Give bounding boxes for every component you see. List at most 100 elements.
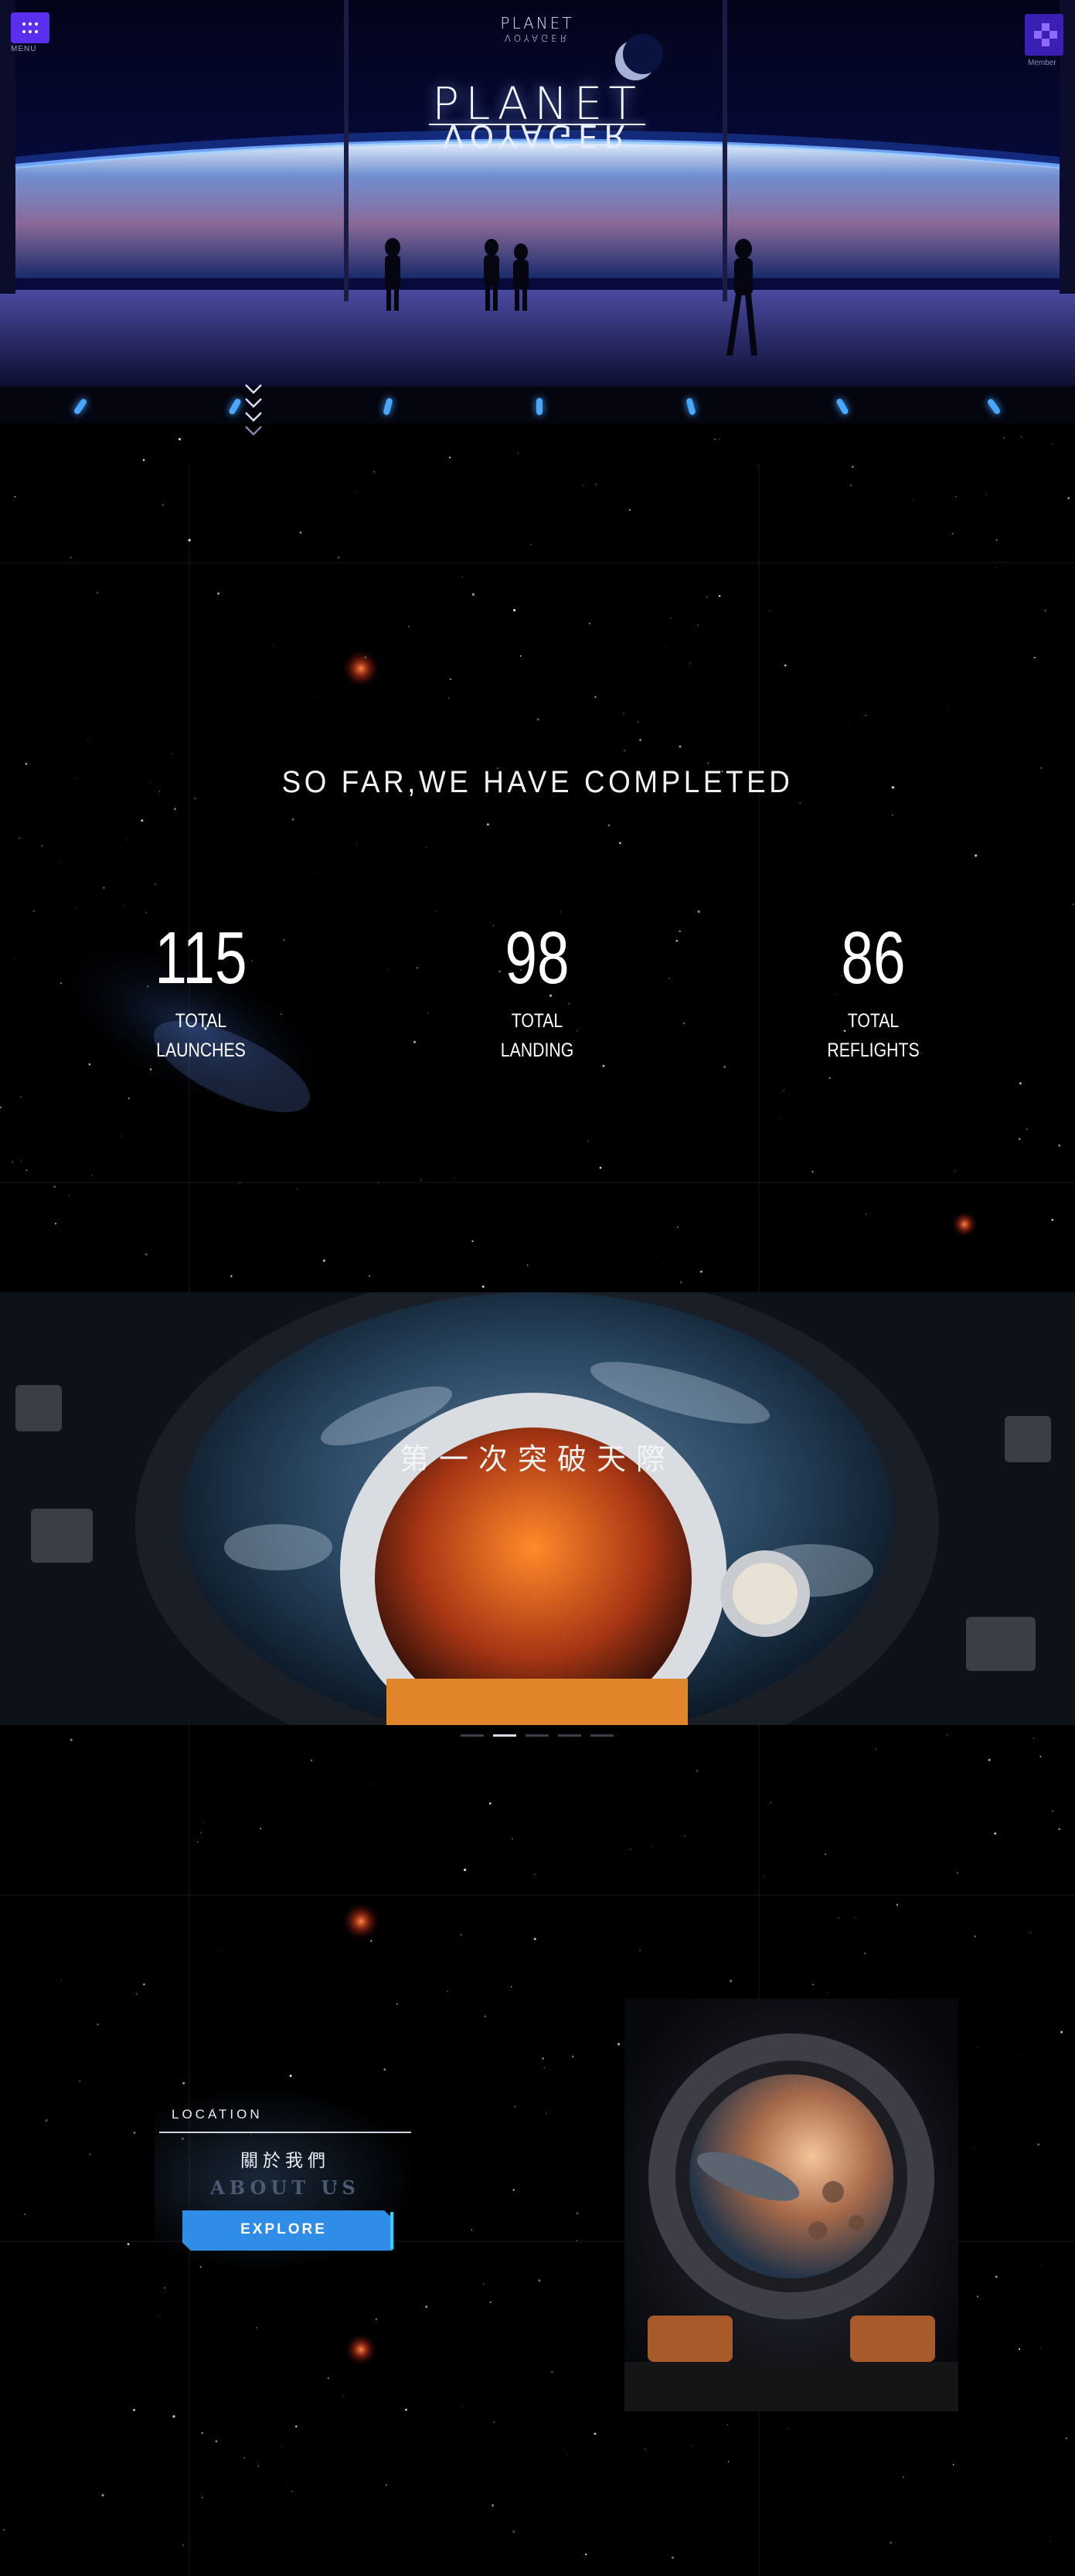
star (994, 1832, 997, 1835)
astronaut-illustration (0, 1292, 1075, 1725)
star (257, 2465, 260, 2467)
star (892, 814, 893, 816)
star (707, 762, 709, 764)
star (101, 2493, 104, 2497)
star (420, 1179, 422, 1181)
star (828, 1077, 831, 1080)
star (629, 1848, 631, 1850)
star (127, 839, 128, 841)
star (164, 2287, 166, 2289)
star (576, 2212, 579, 2215)
star (76, 907, 77, 909)
star (1045, 1044, 1046, 1046)
star (149, 1068, 152, 1070)
star (903, 2476, 904, 2479)
pixel-block-icon (1034, 23, 1057, 46)
star (311, 1759, 313, 1761)
star (135, 1992, 138, 1996)
star (45, 2118, 48, 2122)
star (788, 2429, 790, 2430)
star (26, 1169, 28, 1172)
star (719, 438, 720, 440)
star (988, 1758, 991, 1761)
star (812, 1983, 815, 1986)
star (201, 2431, 203, 2435)
explore-button-accent (390, 2212, 393, 2249)
star (463, 1868, 467, 1872)
star (25, 763, 28, 765)
star (281, 2445, 282, 2447)
star (672, 2556, 674, 2559)
stat-landing: 98 TOTAL LANDING (421, 920, 653, 1065)
star (40, 845, 43, 847)
slider-dot[interactable] (526, 1734, 549, 1737)
star (896, 1904, 899, 1906)
star (538, 2279, 541, 2282)
star (1047, 813, 1049, 815)
star (488, 1802, 492, 1805)
star (1060, 2030, 1063, 2033)
about-title-en: ABOUT US (210, 2176, 360, 2199)
star (567, 2453, 569, 2455)
slider-dot[interactable] (461, 1734, 484, 1737)
star (850, 485, 852, 487)
stat-launches: 115 TOTAL LAUNCHES (85, 920, 317, 1065)
star (449, 456, 451, 459)
star (1003, 437, 1005, 439)
stat-label-line1: TOTAL (847, 1010, 900, 1032)
star (289, 2074, 292, 2077)
star (951, 533, 954, 535)
star (471, 1240, 474, 1243)
star (670, 617, 672, 619)
star (448, 697, 450, 699)
star (975, 854, 978, 857)
star (202, 1822, 205, 1824)
logo-main-sub: VOYAGER (442, 117, 631, 153)
star (864, 1952, 866, 1955)
star (256, 2326, 257, 2329)
star (874, 1748, 876, 1751)
star (1051, 1218, 1054, 1221)
star (1032, 1737, 1035, 1740)
star (299, 531, 302, 534)
star (143, 1983, 145, 1986)
member-button[interactable] (1025, 14, 1063, 56)
logo-top-text: PLANET (500, 14, 574, 32)
star (1029, 1932, 1032, 1934)
star (718, 594, 721, 597)
star (696, 624, 699, 626)
star (96, 591, 99, 594)
star (61, 1980, 63, 1982)
slider-dot-active[interactable] (493, 1734, 516, 1737)
spaceship-window-illustration (624, 1999, 958, 2411)
slider-dot[interactable] (590, 1734, 614, 1737)
star (512, 2189, 515, 2191)
star (217, 592, 220, 595)
star (696, 1769, 699, 1772)
hero-section: MENU Member PLANET VOYAGER PLANET VOYAGE… (0, 0, 1075, 424)
star (327, 2377, 329, 2380)
banner-slider[interactable] (0, 1292, 1075, 1725)
star (425, 2305, 428, 2308)
star (617, 2043, 621, 2046)
star (188, 539, 191, 542)
hero-illustration (0, 0, 1075, 386)
star (511, 1838, 514, 1840)
logo-top[interactable]: PLANET VOYAGER (495, 14, 580, 43)
star (471, 2229, 473, 2231)
chevron-down-icon[interactable] (243, 382, 264, 451)
star (482, 2283, 485, 2285)
star (1072, 903, 1074, 905)
star (1021, 2053, 1022, 2054)
star (639, 1949, 641, 1952)
stat-reflights: 86 TOTAL REFLIGHTS (757, 920, 989, 1065)
star (594, 696, 597, 698)
star (492, 2504, 495, 2507)
star (471, 593, 475, 596)
location-label: LOCATION (172, 2107, 263, 2122)
star (434, 910, 437, 912)
slider-dot[interactable] (558, 1734, 581, 1737)
stat-label-line2: LAUNCHES (156, 1040, 246, 1061)
menu-button[interactable] (11, 12, 49, 43)
grid-dots-icon (22, 22, 38, 33)
